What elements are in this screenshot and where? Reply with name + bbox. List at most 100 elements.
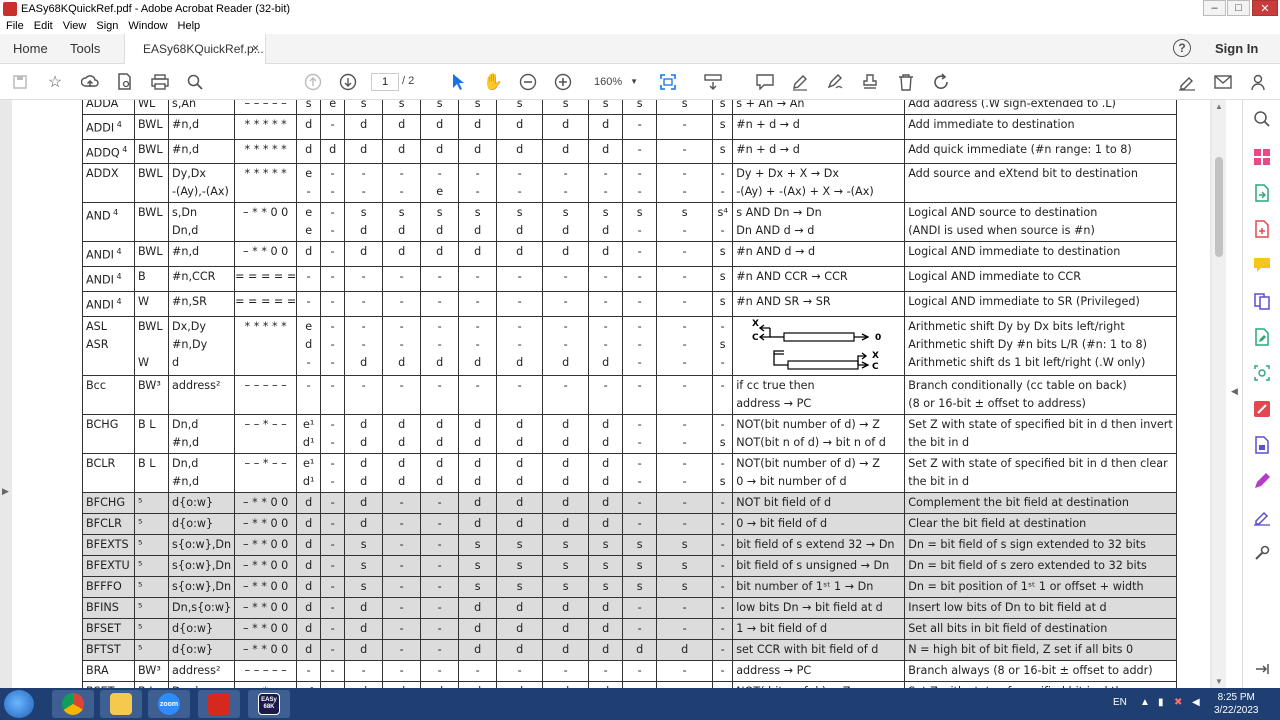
- menu-edit[interactable]: Edit: [34, 20, 53, 32]
- scroll-mode-icon[interactable]: [703, 72, 723, 92]
- addressing-mode-cell: -: [458, 374, 498, 415]
- help-icon[interactable]: ?: [1173, 39, 1191, 57]
- save-icon[interactable]: [10, 72, 30, 92]
- table-row: BFINS ⁵ Dn,s{o:w} – * * 0 0 d - d - - d d d d - - - low …: [82, 596, 1177, 619]
- scrollbar-thumb[interactable]: [1215, 157, 1223, 257]
- document-viewport[interactable]: ADDA WL s,An – – – – – s e s s s s s s s s s s s + An → …: [0, 100, 1226, 688]
- addressing-mode-cell: -: [496, 266, 544, 292]
- addressing-mode-cell: d: [496, 638, 544, 661]
- stamp-icon[interactable]: [860, 72, 880, 92]
- zoom-search-icon[interactable]: [185, 72, 205, 92]
- redact-icon[interactable]: [1253, 400, 1271, 418]
- menu-view[interactable]: View: [63, 20, 87, 32]
- addressing-mode-cell: -: [622, 241, 658, 268]
- export-pdf-icon[interactable]: [1253, 184, 1271, 202]
- zoom-out-icon[interactable]: [518, 72, 538, 92]
- share-user-icon[interactable]: [1249, 72, 1269, 92]
- close-tab-icon[interactable]: ×: [252, 41, 259, 55]
- addressing-mode-cell-line: -: [399, 663, 404, 677]
- tray-alert-icon[interactable]: ✖: [1174, 697, 1182, 708]
- fit-page-icon[interactable]: [658, 72, 678, 92]
- addressing-mode-cell: -: [320, 575, 346, 598]
- document-search-icon[interactable]: [115, 72, 135, 92]
- hand-tool-icon[interactable]: ✋: [483, 72, 503, 92]
- organize-pages-icon[interactable]: [1253, 148, 1271, 166]
- draw-icon[interactable]: [825, 72, 845, 92]
- volume-icon[interactable]: ◀: [1192, 697, 1200, 708]
- next-page-icon[interactable]: [338, 72, 358, 92]
- tray-up-arrow-icon[interactable]: ▲: [1140, 697, 1150, 708]
- start-button[interactable]: [4, 690, 34, 718]
- addressing-mode-cell-line: s: [398, 206, 405, 220]
- print-icon[interactable]: [150, 72, 170, 92]
- protect-icon[interactable]: [1253, 436, 1271, 454]
- scroll-down-icon[interactable]: ▼: [1215, 677, 1223, 686]
- fill-sign-icon[interactable]: [1253, 472, 1271, 490]
- operand-cell-line: s{o:w},Dn: [172, 579, 232, 593]
- left-panel-toggle-icon[interactable]: ▶: [2, 486, 9, 497]
- addressing-mode-cell: d: [496, 512, 544, 535]
- collapse-pane-icon[interactable]: [1253, 660, 1271, 678]
- maximize-button[interactable]: □: [1227, 0, 1250, 16]
- combine-files-icon[interactable]: [1253, 292, 1271, 310]
- edit-pdf-icon[interactable]: [1253, 328, 1271, 346]
- upload-cloud-icon[interactable]: [80, 72, 100, 92]
- menu-help[interactable]: Help: [178, 20, 201, 32]
- addressing-mode-cell: - s -: [712, 315, 734, 376]
- comment-tool-icon[interactable]: [1253, 256, 1271, 274]
- addressing-mode-cell: d: [382, 114, 422, 140]
- page-number-input[interactable]: 1: [371, 73, 399, 91]
- sign-in-button[interactable]: Sign In: [1215, 41, 1258, 56]
- email-icon[interactable]: [1213, 72, 1233, 92]
- menu-sign[interactable]: Sign: [96, 20, 118, 32]
- request-signature-icon[interactable]: [1253, 508, 1271, 526]
- sign-pen-icon[interactable]: [1177, 72, 1197, 92]
- comment-icon[interactable]: [755, 72, 775, 92]
- menu-window[interactable]: Window: [128, 20, 167, 32]
- language-indicator[interactable]: EN: [1113, 697, 1127, 708]
- select-cursor-icon[interactable]: [448, 72, 468, 92]
- taskbar-acrobat[interactable]: [198, 690, 240, 718]
- addressing-mode-cell-line: -: [637, 294, 642, 308]
- delete-trash-icon[interactable]: [896, 72, 916, 92]
- vertical-scrollbar[interactable]: ▲ ▼: [1212, 100, 1226, 688]
- addressing-mode-cell-line: -: [682, 224, 687, 238]
- enhance-scans-icon[interactable]: [1253, 364, 1271, 382]
- rotate-icon[interactable]: [931, 72, 951, 92]
- create-pdf-icon[interactable]: [1253, 220, 1271, 238]
- taskbar-file-explorer[interactable]: [100, 690, 142, 718]
- taskbar-chrome[interactable]: [52, 690, 94, 718]
- addressing-mode-cell-line: -: [603, 378, 608, 392]
- zoom-level-dropdown[interactable]: 160% ▼: [586, 73, 642, 91]
- right-panel-toggle-icon[interactable]: ◀: [1231, 386, 1238, 397]
- previous-page-icon[interactable]: [303, 72, 323, 92]
- more-tools-icon[interactable]: [1253, 544, 1271, 562]
- addressing-mode-cell-line: -: [637, 417, 642, 431]
- addressing-mode-cell: - - d: [458, 315, 498, 376]
- search-tool-icon[interactable]: [1253, 110, 1271, 128]
- minimize-button[interactable]: –: [1203, 0, 1226, 16]
- description-cell: Add quick immediate (#n range: 1 to 8): [904, 138, 1177, 165]
- acrobat-app-icon: [3, 2, 17, 16]
- zoom-in-icon[interactable]: [553, 72, 573, 92]
- close-window-button[interactable]: ✕: [1252, 0, 1278, 16]
- tab-home[interactable]: Home: [13, 41, 48, 56]
- addressing-mode-cell: e¹ d¹: [296, 413, 322, 454]
- taskbar-zoom[interactable]: zoom: [148, 690, 190, 718]
- bookmark-star-icon[interactable]: ☆: [45, 72, 65, 92]
- tab-tools[interactable]: Tools: [70, 41, 100, 56]
- addressing-mode-cell: -: [656, 596, 714, 619]
- addressing-mode-cell: -: [622, 374, 658, 415]
- addressing-mode-cell-line: -: [720, 495, 725, 509]
- scroll-up-icon[interactable]: ▲: [1215, 102, 1223, 111]
- menu-file[interactable]: File: [6, 20, 24, 32]
- taskbar-clock[interactable]: 8:25 PM 3/22/2023: [1214, 691, 1259, 717]
- tab-document[interactable]: EASy68KQuickRef.p... ×: [124, 34, 266, 65]
- addressing-mode-cell: s: [344, 533, 384, 556]
- highlight-pen-icon[interactable]: [790, 72, 810, 92]
- taskbar-easy68k[interactable]: EASy 68K: [248, 690, 290, 718]
- addressing-mode-cell-line: d: [516, 495, 524, 509]
- addressing-mode-cell: d: [458, 638, 498, 661]
- network-icon[interactable]: ▮: [1158, 697, 1164, 708]
- size-cell: B L: [134, 452, 169, 493]
